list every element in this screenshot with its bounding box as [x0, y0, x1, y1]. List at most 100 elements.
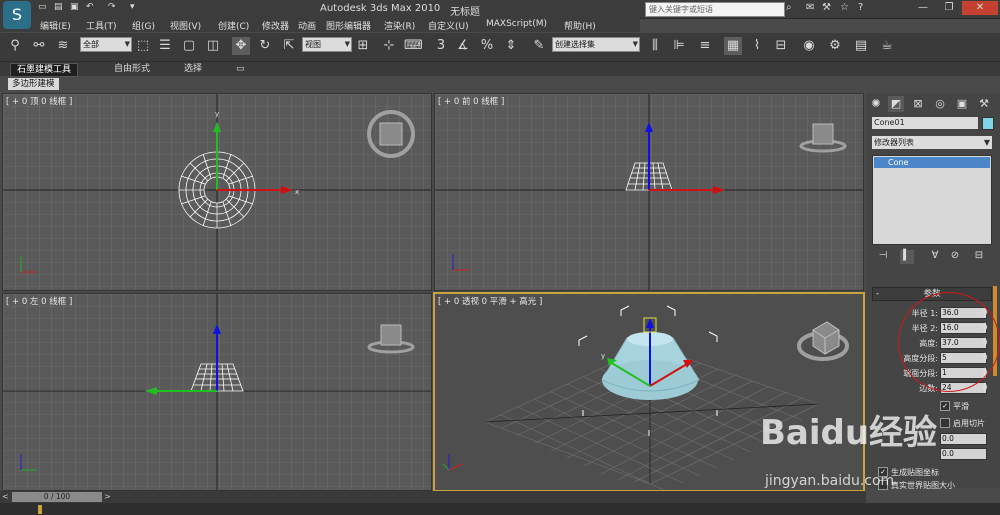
reference-coord-dropdown[interactable]: 视图 ▼: [302, 37, 352, 52]
menu-modifiers[interactable]: 修改器: [262, 19, 289, 32]
selection-filter-dropdown[interactable]: 全部 ▼: [80, 37, 132, 52]
manipulate-icon[interactable]: ⊹: [380, 37, 398, 55]
communication-icon[interactable]: ✉: [806, 2, 814, 13]
remove-modifier-icon[interactable]: ⊘: [948, 250, 962, 264]
smooth-label: 平滑: [953, 402, 969, 411]
menu-edit[interactable]: 编辑(E): [40, 19, 71, 32]
menu-rendering[interactable]: 渲染(R): [384, 19, 415, 32]
slice-from-field[interactable]: 0.0: [940, 433, 987, 445]
menu-views[interactable]: 视图(V): [170, 19, 201, 32]
viewport-top[interactable]: y x [ + 0 顶 0 线框 ]: [2, 93, 432, 291]
close-icon[interactable]: ✕: [962, 1, 998, 15]
menu-animation[interactable]: 动画: [298, 19, 316, 32]
viewport-perspective[interactable]: y [ + 0 透视 0 平滑 + 高光 ]: [433, 292, 865, 492]
app-logo-icon[interactable]: S: [3, 1, 31, 29]
slice-to-field[interactable]: 0.0: [940, 448, 987, 460]
viewport-left-label[interactable]: [ + 0 左 0 线框 ]: [6, 295, 72, 307]
tools-icon[interactable]: ⚒: [822, 2, 831, 13]
snap-toggle-icon[interactable]: 3: [432, 37, 450, 55]
menu-graph-editors[interactable]: 图形编辑器: [326, 19, 371, 32]
material-editor-icon[interactable]: ◉: [800, 37, 818, 55]
viewport-perspective-canvas: y: [435, 294, 863, 490]
restore-icon[interactable]: ❐: [936, 1, 962, 15]
menu-create[interactable]: 创建(C): [218, 19, 249, 32]
curve-editor-icon[interactable]: ⌇: [748, 37, 766, 55]
tab-freeform[interactable]: 自由形式: [108, 63, 156, 75]
slider-next-icon[interactable]: >: [104, 492, 111, 501]
viewport-top-label[interactable]: [ + 0 顶 0 线框 ]: [6, 95, 72, 107]
search-input[interactable]: 键入关键字或短语: [645, 2, 785, 17]
quick-access-dropdown-icon[interactable]: ▾: [130, 2, 135, 12]
align-icon[interactable]: ⊫: [670, 37, 688, 55]
select-object-icon[interactable]: ⬚: [134, 37, 152, 55]
rect-selection-icon[interactable]: ▢: [180, 37, 198, 55]
tab-polygon-modeling[interactable]: 多边形建模: [8, 78, 59, 90]
bind-space-warp-icon[interactable]: ≋: [54, 37, 72, 55]
window-crossing-icon[interactable]: ◫: [204, 37, 222, 55]
viewport-front[interactable]: [ + 0 前 0 线框 ]: [434, 93, 864, 291]
render-setup-icon[interactable]: ⚙: [826, 37, 844, 55]
show-end-result-icon[interactable]: ▍: [900, 250, 914, 264]
spinner-snap-icon[interactable]: ⇕: [502, 37, 520, 55]
mirror-icon[interactable]: ⫼: [646, 37, 664, 55]
unlink-icon[interactable]: ⚯: [30, 37, 48, 55]
stack-item-cone[interactable]: Cone: [874, 157, 990, 168]
named-selection-dropdown[interactable]: 创建选择集 ▼: [552, 37, 640, 52]
tab-graphite-modeling[interactable]: 石墨建模工具: [10, 63, 79, 77]
make-unique-icon[interactable]: ∀: [928, 250, 942, 264]
menu-help[interactable]: 帮助(H): [564, 19, 596, 32]
minimize-icon[interactable]: —: [910, 1, 936, 15]
favorites-icon[interactable]: ☆: [840, 2, 849, 13]
pivot-center-icon[interactable]: ⊞: [354, 37, 372, 55]
binoculars-icon[interactable]: ⌕: [786, 2, 792, 13]
slice-on-checkbox[interactable]: [940, 418, 950, 428]
menu-tools[interactable]: 工具(T): [86, 19, 117, 32]
menu-customize[interactable]: 自定义(U): [428, 19, 469, 32]
object-name-field[interactable]: Cone01: [872, 117, 978, 129]
menu-group[interactable]: 组(G): [132, 19, 155, 32]
object-color-swatch[interactable]: [982, 117, 994, 130]
undo-icon[interactable]: ↶: [86, 2, 94, 12]
viewport-left[interactable]: [ + 0 左 0 线框 ]: [2, 293, 432, 491]
current-frame-marker[interactable]: [38, 505, 42, 514]
slider-prev-icon[interactable]: <: [2, 492, 9, 501]
hierarchy-tab-icon[interactable]: ⊠: [910, 96, 926, 112]
menu-maxscript[interactable]: MAXScript(M): [486, 19, 547, 29]
save-file-icon[interactable]: ▣: [70, 2, 79, 12]
help-icon[interactable]: ?: [858, 2, 863, 13]
schematic-view-icon[interactable]: ⊟: [772, 37, 790, 55]
motion-tab-icon[interactable]: ◎: [932, 96, 948, 112]
track-bar[interactable]: [0, 503, 1000, 515]
open-file-icon[interactable]: ▤: [54, 2, 63, 12]
viewport-front-label[interactable]: [ + 0 前 0 线框 ]: [438, 95, 504, 107]
rotate-icon[interactable]: ↻: [256, 37, 274, 55]
render-production-icon[interactable]: ☕: [878, 37, 896, 55]
ribbon-minimize-icon[interactable]: ▭: [230, 63, 251, 75]
layer-manager-icon[interactable]: ≡: [696, 37, 714, 55]
rendered-frame-icon[interactable]: ▤: [852, 37, 870, 55]
graphite-toggle-icon[interactable]: ▦: [724, 37, 742, 55]
select-link-icon[interactable]: ⚲: [6, 37, 24, 55]
modify-tab-icon[interactable]: ◩: [888, 96, 904, 112]
tab-selection[interactable]: 选择: [178, 63, 208, 75]
pin-stack-icon[interactable]: ⊣: [876, 250, 890, 264]
redo-icon[interactable]: ↷: [108, 2, 116, 12]
stack-toolbar: ⊣ ▍ ∀ ⊘ ⊟: [872, 250, 990, 266]
display-tab-icon[interactable]: ▣: [954, 96, 970, 112]
select-by-name-icon[interactable]: ☰: [156, 37, 174, 55]
angle-snap-icon[interactable]: ∡: [454, 37, 472, 55]
smooth-checkbox[interactable]: ✓: [940, 401, 950, 411]
edit-named-selection-icon[interactable]: ✎: [530, 37, 548, 55]
time-slider[interactable]: 0 / 100: [12, 492, 102, 502]
modifier-list-dropdown[interactable]: 修改器列表 ▼: [872, 136, 992, 149]
create-tab-icon[interactable]: ✺: [868, 96, 884, 112]
viewport-perspective-label[interactable]: [ + 0 透视 0 平滑 + 高光 ]: [438, 295, 542, 307]
new-file-icon[interactable]: ▭: [38, 2, 47, 12]
percent-snap-icon[interactable]: %: [478, 37, 496, 55]
scale-icon[interactable]: ⇱: [280, 37, 298, 55]
keyboard-shortcut-icon[interactable]: ⌨: [404, 37, 423, 55]
move-icon[interactable]: ✥: [232, 37, 250, 55]
sides-spinner-icon[interactable]: ▲ ▼: [982, 382, 988, 393]
configure-sets-icon[interactable]: ⊟: [972, 250, 986, 264]
utilities-tab-icon[interactable]: ⚒: [976, 96, 992, 112]
